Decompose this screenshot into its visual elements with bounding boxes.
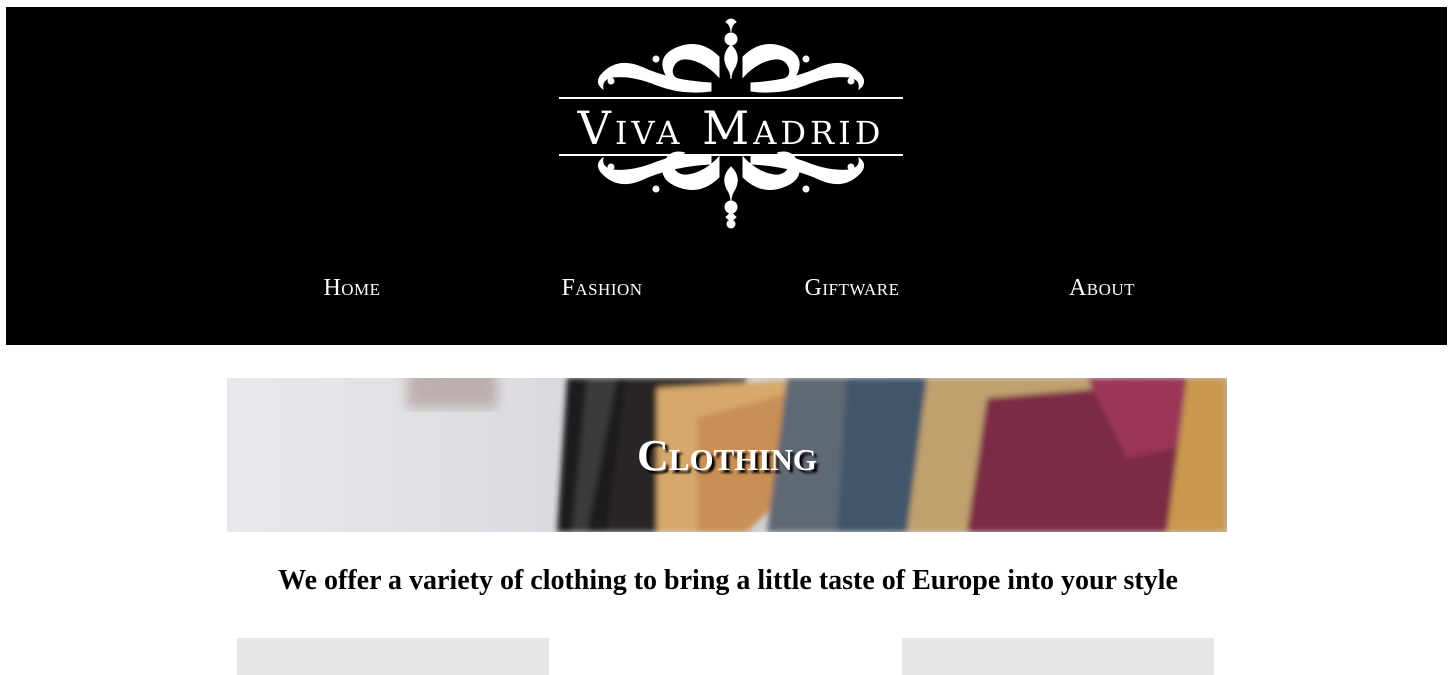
main-nav: Home Fashion Giftware About xyxy=(6,275,1447,311)
nav-item-about[interactable]: About xyxy=(1069,275,1135,302)
viva-madrid-logo[interactable]: Viva Madrid xyxy=(551,17,911,232)
product-card-right[interactable] xyxy=(902,638,1214,675)
nav-item-home[interactable]: Home xyxy=(323,275,380,302)
site-header: Viva Madrid Home Fashion Giftware About xyxy=(6,7,1447,345)
product-card-left[interactable] xyxy=(237,638,549,675)
clothing-banner: Clothing xyxy=(227,378,1227,532)
logo-text: Viva Madrid xyxy=(577,101,885,155)
section-tagline: We offer a variety of clothing to bring … xyxy=(278,565,1178,596)
banner-title: Clothing xyxy=(637,431,817,480)
nav-item-giftware[interactable]: Giftware xyxy=(805,275,900,302)
nav-item-fashion[interactable]: Fashion xyxy=(561,275,642,302)
